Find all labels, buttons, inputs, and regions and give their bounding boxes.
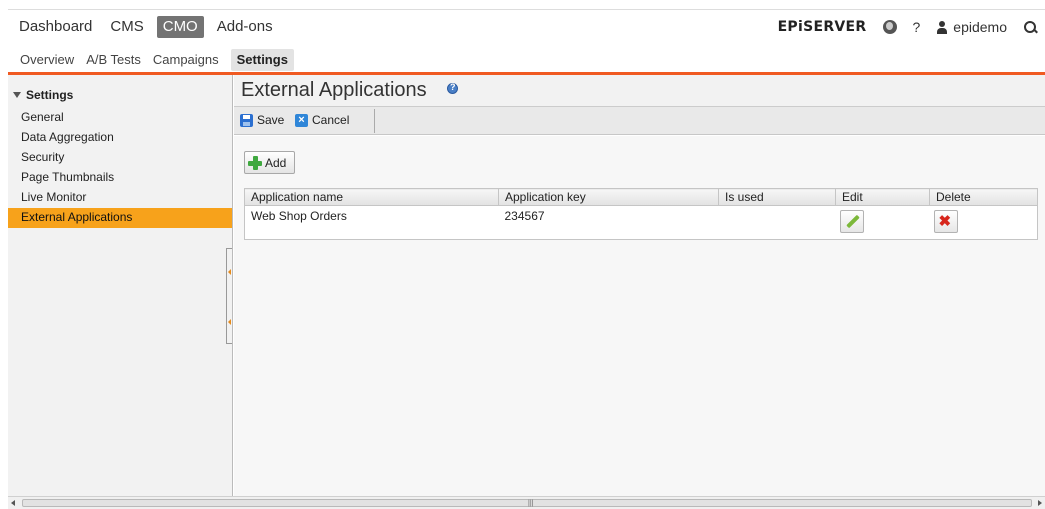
add-icon (248, 155, 262, 170)
sidebar-item-security[interactable]: Security (8, 148, 232, 168)
sidebar-item-live-monitor[interactable]: Live Monitor (8, 188, 232, 208)
globe-icon[interactable] (882, 20, 897, 34)
main-panel: External Applications Save × Cancel Add … (234, 75, 1045, 496)
sidebar-heading-label: Settings (26, 88, 74, 102)
cell-application-name: Web Shop Orders (251, 209, 347, 223)
save-icon (240, 113, 253, 127)
sidebar-item-general[interactable]: General (8, 108, 232, 128)
help-icon[interactable]: ? (913, 19, 921, 35)
cell-application-key: 234567 (504, 209, 545, 223)
scrollbar-thumb[interactable]: ||| (22, 499, 1032, 507)
tab-settings[interactable]: Settings (230, 49, 294, 71)
collapse-arrow-icon[interactable] (228, 319, 231, 325)
cell-edit (836, 206, 930, 240)
sidebar-item-page-thumbnails[interactable]: Page Thumbnails (8, 168, 232, 188)
edit-button[interactable] (839, 210, 864, 233)
collapse-arrow-icon[interactable] (228, 269, 231, 275)
collapse-triangle-icon (13, 92, 21, 98)
add-label: Add (265, 155, 287, 170)
edit-icon (845, 214, 860, 229)
top-right-tools: EPiSERVER ? epidemo (778, 15, 1037, 39)
table-row: Web Shop Orders 234567 ✖ (245, 206, 1038, 240)
delete-icon: ✖ (938, 213, 952, 230)
content-area: Add Application name Application key Is … (234, 136, 1045, 496)
top-navigation: Dashboard CMS CMO Add-ons Overview A/B T… (8, 9, 1045, 75)
sidebar-item-external-applications[interactable]: External Applications (8, 208, 232, 228)
cancel-icon: × (295, 113, 308, 127)
menu-cmo[interactable]: CMO (156, 16, 204, 38)
horizontal-scrollbar[interactable]: ||| (8, 496, 1045, 509)
settings-sidebar: Settings General Data Aggregation Securi… (8, 75, 233, 496)
search-icon[interactable] (1023, 20, 1037, 34)
sidebar-items: General Data Aggregation Security Page T… (8, 108, 232, 228)
toolbar-separator (374, 109, 375, 133)
applications-table: Application name Application key Is used… (244, 188, 1038, 240)
sidebar-heading[interactable]: Settings (13, 88, 73, 102)
column-delete: Delete (929, 188, 1038, 206)
column-application-name[interactable]: Application name (244, 188, 499, 206)
grip-icon: ||| (528, 500, 534, 507)
cancel-label: Cancel (312, 113, 350, 127)
save-label: Save (257, 113, 285, 127)
help-icon[interactable] (447, 82, 458, 94)
episerver-logo: EPiSERVER (777, 19, 867, 35)
column-is-used[interactable]: Is used (718, 188, 836, 206)
column-edit: Edit (835, 188, 930, 206)
page-title: External Applications (241, 79, 427, 101)
sidebar-item-data-aggregation[interactable]: Data Aggregation (8, 128, 232, 148)
pane-splitter[interactable] (226, 248, 232, 344)
column-application-key[interactable]: Application key (498, 188, 719, 206)
toolbar: Save × Cancel (234, 107, 1045, 135)
user-menu[interactable]: epidemo (936, 19, 1007, 35)
cancel-button[interactable]: × Cancel (295, 113, 349, 127)
delete-button[interactable]: ✖ (933, 210, 958, 233)
table-header-row: Application name Application key Is used… (244, 188, 1038, 206)
save-button[interactable]: Save (240, 113, 284, 127)
page-header: External Applications (234, 75, 1045, 107)
scroll-left-arrow-icon[interactable] (11, 500, 15, 506)
cell-delete: ✖ (930, 206, 1038, 240)
sub-menu: Overview A/B Tests Campaigns Settings (20, 49, 306, 71)
menu-add-ons[interactable]: Add-ons (212, 16, 278, 38)
scroll-right-arrow-icon[interactable] (1038, 500, 1042, 506)
username: epidemo (953, 19, 1007, 35)
tab-campaigns[interactable]: Campaigns (153, 50, 219, 70)
menu-cms[interactable]: CMS (105, 16, 148, 38)
menu-dashboard[interactable]: Dashboard (14, 16, 97, 38)
add-button[interactable]: Add (244, 151, 295, 174)
main-menu: Dashboard CMS CMO Add-ons (14, 15, 286, 39)
tab-ab-tests[interactable]: A/B Tests (86, 50, 141, 70)
tab-overview[interactable]: Overview (20, 50, 74, 70)
user-icon (936, 20, 948, 34)
cell-is-used (719, 206, 836, 240)
